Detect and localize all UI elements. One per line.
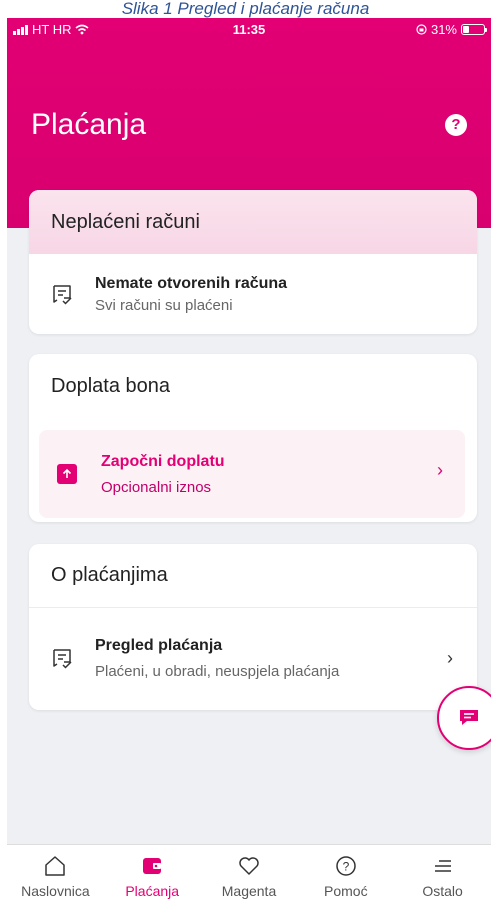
payment-overview-subtitle: Plaćeni, u obradi, neuspjela plaćanja — [95, 662, 340, 680]
tab-label: Ostalo — [422, 883, 463, 899]
unpaid-bills-row: Nemate otvorenih računa Svi računi su pl… — [29, 254, 477, 334]
about-payments-card: O plaćanjima Pregled plaćanja Plaćeni, u… — [29, 544, 477, 710]
topup-card: Doplata bona Započni doplatu Opcionalni … — [29, 354, 477, 522]
tab-home[interactable]: Naslovnica — [7, 845, 104, 906]
tab-label: Plaćanja — [125, 883, 180, 899]
tab-more[interactable]: Ostalo — [394, 845, 491, 906]
about-payments-title: O plaćanjima — [29, 544, 477, 608]
menu-icon — [434, 860, 451, 872]
topup-title: Doplata bona — [51, 374, 170, 397]
tab-magenta[interactable]: Magenta — [201, 845, 298, 906]
tab-label: Magenta — [221, 883, 277, 899]
status-bar: HT HR 11:35 31% — [7, 18, 491, 42]
unpaid-bills-card: Neplaćeni računi Nemate otvorenih računa… — [29, 190, 477, 334]
chevron-right-icon: › — [447, 648, 453, 668]
chat-icon — [460, 710, 478, 725]
tab-label: Naslovnica — [21, 883, 90, 899]
unpaid-status-title: Nemate otvorenih računa — [95, 274, 288, 292]
chevron-right-icon: › — [437, 460, 443, 480]
battery-percent: 31% — [430, 22, 457, 37]
wallet-icon — [143, 858, 162, 874]
tab-label: Pomoć — [324, 883, 368, 899]
tab-help[interactable]: ? Pomoć — [297, 845, 394, 906]
payment-overview-row[interactable]: Pregled plaćanja Plaćeni, u obradi, neus… — [29, 608, 477, 708]
help-icon[interactable]: ? — [445, 114, 467, 136]
chat-button[interactable] — [437, 686, 491, 750]
home-icon — [45, 856, 66, 876]
heart-icon — [239, 857, 259, 875]
phone-screen: HT HR 11:35 31% Plaćanja ? Neplaćeni rač… — [7, 18, 491, 906]
start-topup-subtitle: Opcionalni iznos — [101, 478, 212, 496]
battery-icon — [461, 24, 487, 35]
start-topup-label: Započni doplatu — [101, 452, 225, 470]
bill-icon — [53, 649, 72, 669]
svg-text:?: ? — [342, 860, 349, 874]
tab-payments[interactable]: Plaćanja — [104, 845, 201, 906]
page-title: Plaćanja — [31, 108, 147, 141]
figure-caption: Slika 1 Pregled i plaćanje računa — [121, 0, 370, 18]
bottom-tab-bar: Naslovnica Plaćanja Magenta ? Pomoć Osta… — [7, 844, 491, 906]
rotation-lock-icon — [416, 24, 427, 35]
unpaid-bills-title: Neplaćeni računi — [29, 190, 477, 254]
start-topup-button[interactable]: Započni doplatu Opcionalni iznos › — [39, 430, 465, 518]
upload-icon — [57, 464, 77, 484]
bill-icon — [53, 285, 72, 305]
unpaid-status-subtitle: Svi računi su plaćeni — [95, 296, 233, 314]
help-icon: ? — [336, 856, 356, 876]
payment-overview-label: Pregled plaćanja — [95, 636, 223, 654]
